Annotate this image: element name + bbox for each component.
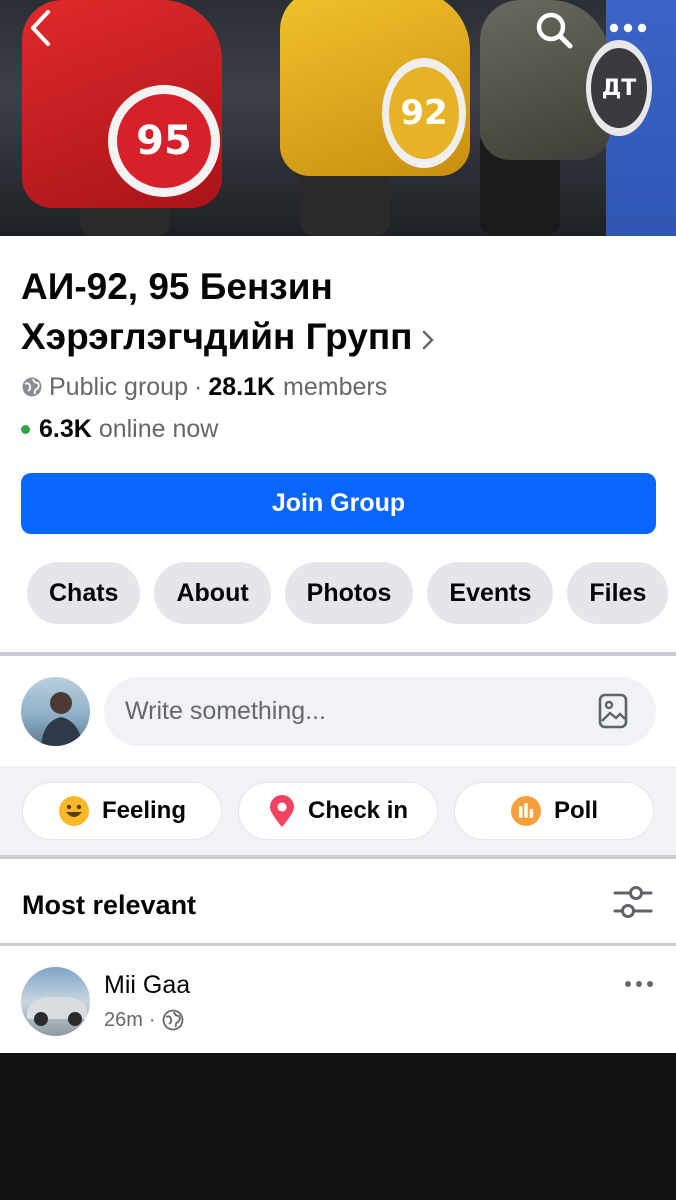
app-screen: 95 92 ДТ АИ-92, 95 Бензин Хэрэглэгчдийн … bbox=[0, 0, 676, 1200]
section-divider bbox=[0, 855, 676, 859]
back-button[interactable] bbox=[22, 8, 58, 48]
feeling-icon bbox=[58, 795, 90, 827]
tab-events[interactable]: Events bbox=[427, 562, 554, 624]
tab-photos[interactable]: Photos bbox=[284, 562, 414, 624]
online-count: 6.3K bbox=[39, 414, 92, 443]
poll-icon bbox=[510, 795, 542, 827]
write-something-input[interactable]: Write something... bbox=[104, 677, 656, 746]
fuel-badge-dt: ДТ bbox=[586, 40, 652, 136]
more-icon bbox=[625, 981, 653, 987]
photo-icon[interactable] bbox=[598, 693, 628, 736]
privacy-label: Public group bbox=[49, 372, 188, 401]
section-divider bbox=[0, 943, 676, 946]
user-avatar[interactable] bbox=[21, 677, 90, 746]
location-pin-icon bbox=[268, 794, 296, 828]
more-icon bbox=[609, 23, 647, 33]
post-more-button[interactable] bbox=[624, 976, 654, 994]
meta-separator: · bbox=[193, 372, 203, 401]
post-author-name[interactable]: Mii Gaa bbox=[104, 971, 190, 1000]
section-divider bbox=[0, 652, 676, 656]
cover-photo[interactable]: 95 92 ДТ bbox=[0, 0, 676, 236]
poll-button[interactable]: Poll bbox=[454, 782, 654, 840]
fuel-badge-92: 92 bbox=[382, 58, 466, 168]
feeling-button[interactable]: Feeling bbox=[22, 782, 222, 840]
group-title-line2: Хэрэглэгчдийн Групп bbox=[21, 316, 413, 357]
group-title[interactable]: АИ-92, 95 Бензин Хэрэглэгчдийн Групп bbox=[21, 262, 581, 364]
post-meta-separator: · bbox=[148, 1008, 156, 1031]
online-label: online now bbox=[98, 414, 219, 443]
sort-selector[interactable]: Most relevant bbox=[22, 885, 196, 925]
sort-label: Most relevant bbox=[22, 889, 197, 920]
chevron-right-icon bbox=[421, 314, 435, 364]
poll-label: Poll bbox=[553, 797, 598, 824]
post-time[interactable]: 26m bbox=[104, 1009, 143, 1032]
online-status: 6.3K online now bbox=[21, 414, 218, 444]
search-icon bbox=[536, 12, 573, 49]
members-label: members bbox=[283, 372, 388, 401]
feeling-label: Feeling bbox=[101, 797, 186, 824]
composer-placeholder: Write something... bbox=[125, 697, 327, 725]
post-author-avatar[interactable] bbox=[21, 967, 90, 1036]
check-in-button[interactable]: Check in bbox=[238, 782, 438, 840]
check-in-label: Check in bbox=[307, 797, 409, 824]
group-page: 95 92 ДТ АИ-92, 95 Бензин Хэрэглэгчдийн … bbox=[0, 0, 676, 1053]
post-meta: 26m · bbox=[104, 1006, 184, 1034]
globe-icon bbox=[162, 1009, 184, 1031]
search-button[interactable] bbox=[532, 8, 576, 52]
filter-icon[interactable] bbox=[612, 884, 654, 925]
online-dot bbox=[21, 424, 30, 434]
tab-chats[interactable]: Chats bbox=[27, 562, 141, 624]
join-group-button[interactable]: Join Group bbox=[21, 473, 656, 534]
group-title-line1: АИ-92, 95 Бензин bbox=[21, 266, 333, 307]
tab-about[interactable]: About bbox=[154, 562, 271, 624]
group-meta: Public group · 28.1K members bbox=[21, 372, 387, 402]
fuel-badge-95: 95 bbox=[108, 85, 220, 197]
more-options-button[interactable] bbox=[604, 10, 652, 46]
members-count: 28.1K bbox=[208, 372, 276, 401]
tab-files[interactable]: Files bbox=[567, 562, 669, 624]
group-tabs: Chats About Photos Events Files bbox=[27, 562, 669, 624]
globe-icon bbox=[21, 376, 43, 398]
back-icon bbox=[31, 10, 50, 46]
